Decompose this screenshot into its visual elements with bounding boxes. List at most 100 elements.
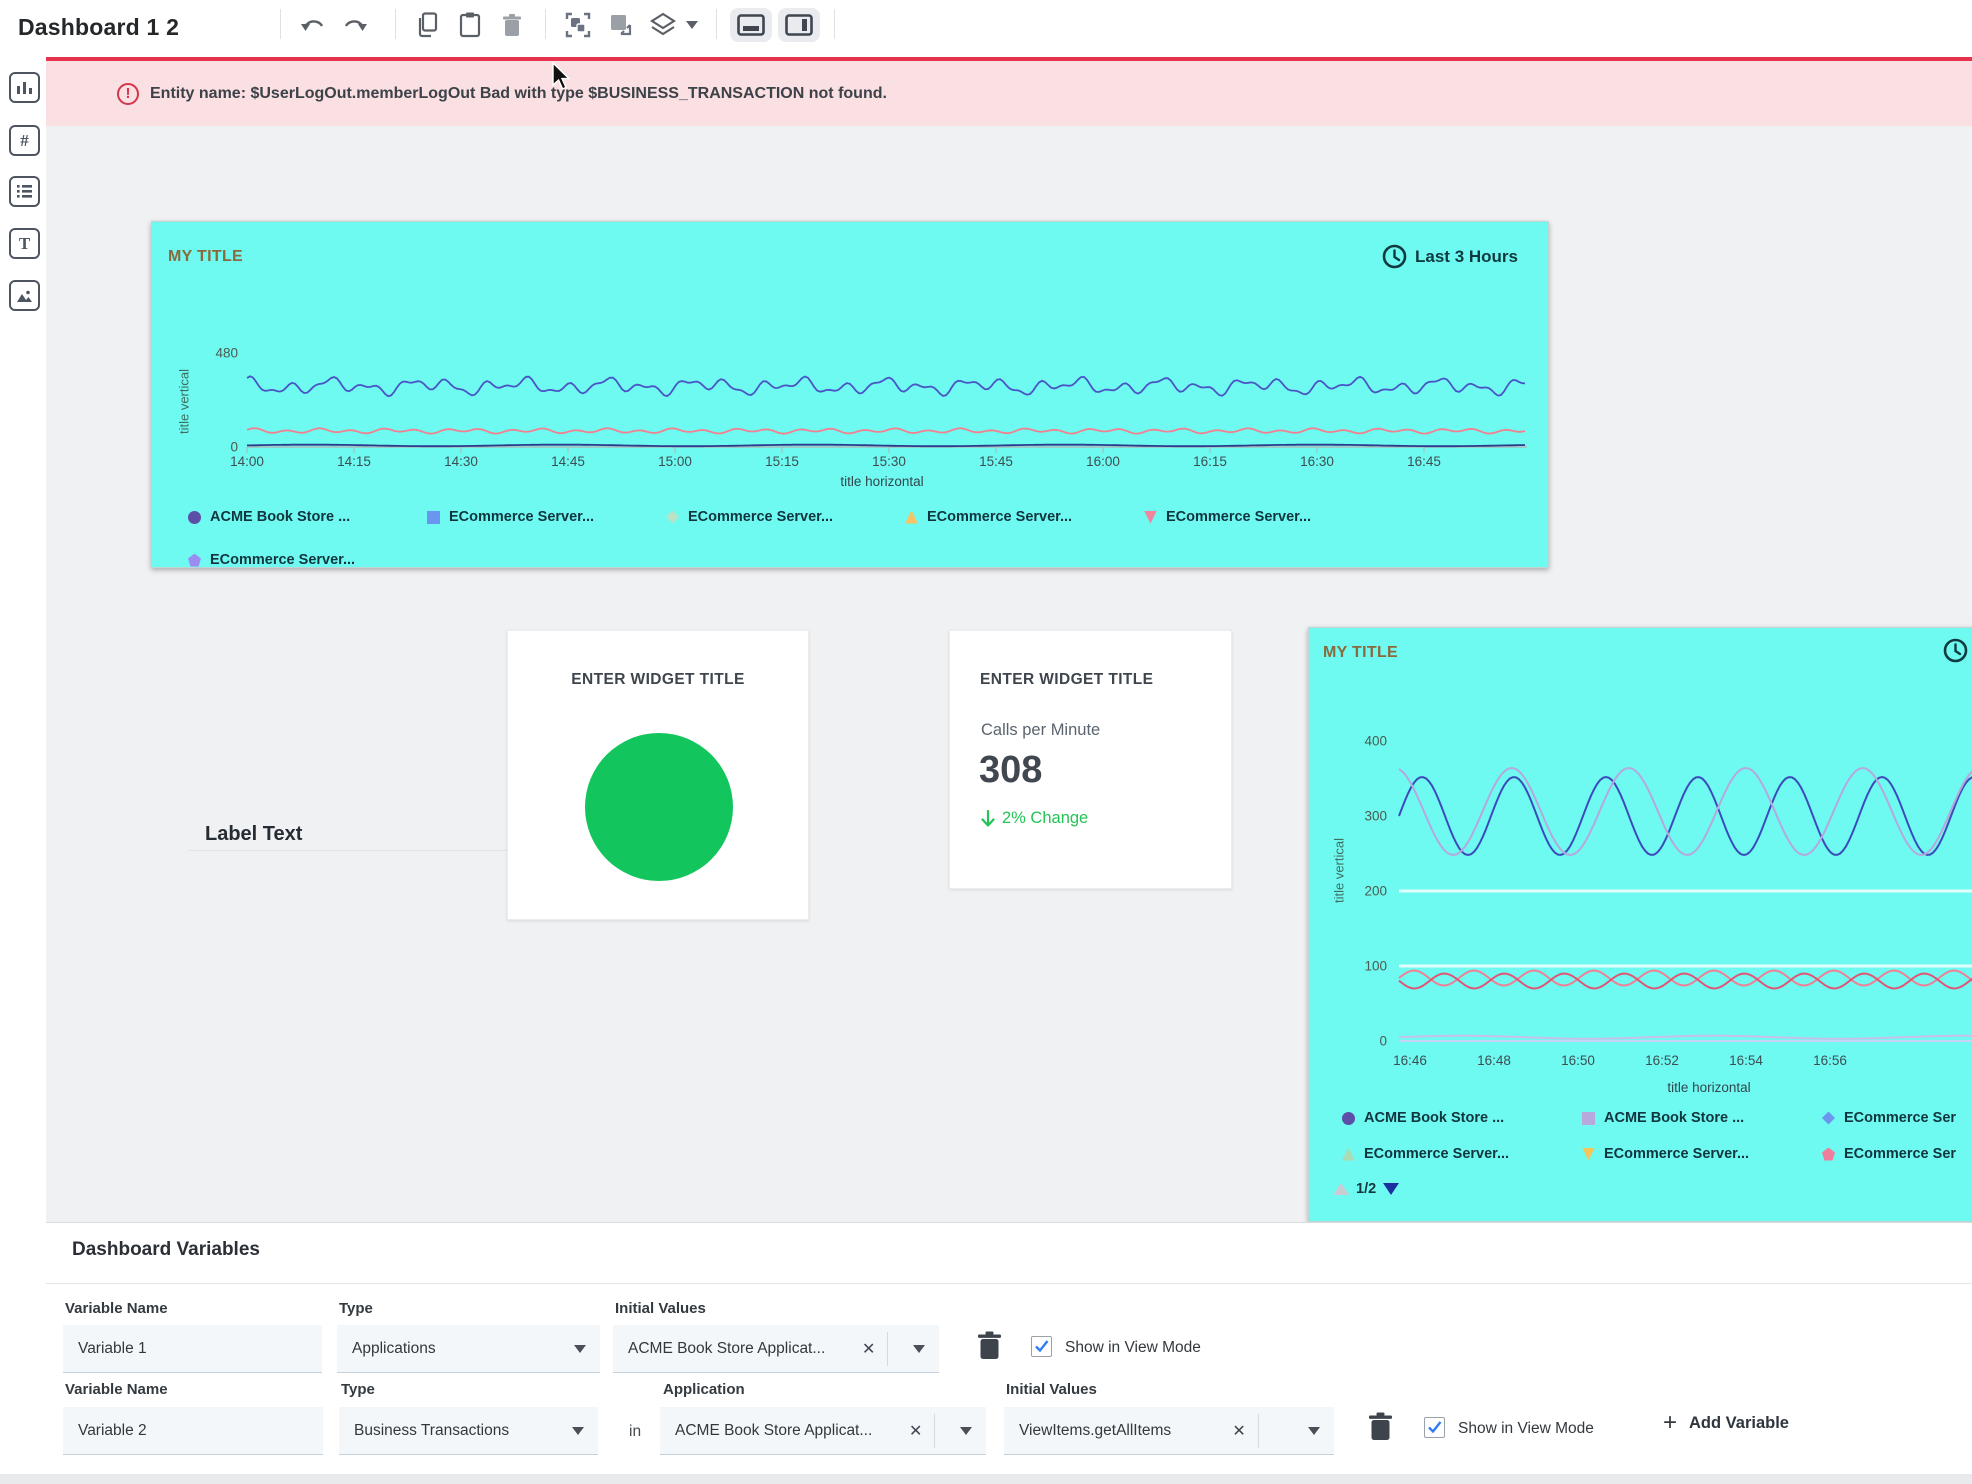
legend-item[interactable]: ACME Book Store ...: [1582, 1110, 1770, 1126]
legend-label: ECommerce Server...: [1364, 1146, 1509, 1162]
top-toolbar: Dashboard 1 2: [0, 0, 1972, 57]
legend-item[interactable]: ECommerce Server...: [1144, 509, 1326, 525]
x-tick-label: 14:30: [444, 454, 478, 469]
y-tick-label: 480: [198, 346, 238, 361]
caret-down-icon[interactable]: [572, 1427, 584, 1435]
x-tick-label: 16:54: [1729, 1053, 1763, 1068]
series-line: [1399, 1036, 1972, 1039]
legend-label: ACME Book Store ...: [210, 509, 350, 525]
undo-icon: [300, 14, 326, 36]
x-tick-label: 15:00: [658, 454, 692, 469]
redo-button[interactable]: [340, 11, 370, 39]
initial-values-field[interactable]: ViewItems.getAllItems ✕: [1004, 1407, 1334, 1455]
delete-button[interactable]: [497, 11, 527, 39]
type-select[interactable]: Applications: [337, 1325, 600, 1373]
pager-up-icon[interactable]: [1333, 1183, 1349, 1195]
series-line: [247, 428, 1525, 434]
legend-label: ECommerce Server...: [927, 509, 1072, 525]
caret-down-icon[interactable]: [1308, 1427, 1320, 1435]
toggle-bottom-panel-button[interactable]: [730, 8, 772, 42]
legend-item[interactable]: ECommerce Server...: [1342, 1146, 1530, 1162]
legend-item[interactable]: ECommerce Ser: [1822, 1110, 1972, 1126]
caret-down-icon[interactable]: [574, 1345, 586, 1353]
application-token: ACME Book Store Applicat...: [660, 1422, 872, 1440]
delete-variable-button[interactable]: [1368, 1412, 1393, 1447]
paste-button[interactable]: [455, 11, 485, 39]
add-image-widget-button[interactable]: [9, 280, 40, 311]
application-field[interactable]: ACME Book Store Applicat... ✕: [660, 1407, 986, 1455]
x-axis-title: title horizontal: [840, 474, 923, 489]
timeseries-widget-1[interactable]: MY TITLE Last 3 Hours 048014:0014:1514:3…: [151, 221, 1549, 568]
application-label: Application: [663, 1381, 745, 1398]
show-in-view-mode-checkbox[interactable]: [1424, 1417, 1445, 1438]
add-metric-widget-button[interactable]: #: [9, 125, 40, 156]
metric-value: 308: [979, 749, 1042, 792]
y-tick-label: 300: [1347, 809, 1387, 824]
widget-title: ENTER WIDGET TITLE: [508, 671, 808, 689]
diamond-marker-icon: [1822, 1112, 1835, 1125]
add-text-widget-button[interactable]: T: [9, 228, 40, 259]
legend-item[interactable]: ACME Book Store ...: [188, 509, 370, 525]
show-in-view-mode-checkbox[interactable]: [1031, 1336, 1052, 1357]
redo-icon: [342, 14, 368, 36]
bar-chart-icon: [16, 80, 33, 95]
variable-name-input[interactable]: Variable 2: [63, 1407, 323, 1455]
bottom-panel-icon: [737, 14, 765, 36]
legend-label: ECommerce Server...: [688, 509, 833, 525]
image-icon: [16, 289, 33, 303]
timeseries-chart-2: [1309, 628, 1972, 1222]
legend-item[interactable]: ECommerce Server...: [905, 509, 1087, 525]
type-label: Type: [339, 1300, 373, 1317]
metric-widget[interactable]: ENTER WIDGET TITLE Calls per Minute 308 …: [949, 630, 1232, 889]
add-chart-widget-button[interactable]: [9, 72, 40, 103]
list-icon: [16, 184, 33, 199]
pentagon-marker-icon: [1822, 1148, 1835, 1161]
series-line: [1399, 777, 1972, 855]
diamond-marker-icon: [666, 511, 679, 524]
group-button[interactable]: [563, 11, 593, 39]
type-value: Applications: [337, 1340, 436, 1358]
legend-item[interactable]: ECommerce Server...: [1582, 1146, 1770, 1162]
type-select[interactable]: Business Transactions: [339, 1407, 598, 1455]
toggle-right-panel-button[interactable]: [778, 8, 820, 42]
x-tick-label: 16:56: [1813, 1053, 1847, 1068]
health-widget[interactable]: ENTER WIDGET TITLE: [507, 630, 809, 920]
ungroup-button[interactable]: [606, 11, 636, 39]
label-text: Label Text: [205, 823, 302, 846]
group-icon: [565, 12, 591, 38]
pager-down-icon[interactable]: [1383, 1183, 1399, 1195]
caret-down-icon[interactable]: [913, 1345, 925, 1353]
undo-button[interactable]: [298, 11, 328, 39]
layers-button[interactable]: [648, 11, 678, 39]
x-tick-label: 16:45: [1407, 454, 1441, 469]
triangle-up-marker-icon: [905, 511, 918, 524]
legend-item[interactable]: ECommerce Server...: [188, 552, 370, 568]
initial-values-label: Initial Values: [1006, 1381, 1097, 1398]
ungroup-icon: [608, 12, 634, 38]
y-tick-label: 200: [1347, 884, 1387, 899]
x-tick-label: 15:45: [979, 454, 1013, 469]
bottom-scroll-strip[interactable]: [0, 1474, 1972, 1484]
legend-item[interactable]: ECommerce Ser: [1822, 1146, 1972, 1162]
legend-row: ACME Book Store ... ACME Book Store ... EC…: [1342, 1110, 1972, 1126]
remove-token-icon[interactable]: ✕: [1220, 1421, 1257, 1441]
initial-values-field[interactable]: ACME Book Store Applicat... ✕: [613, 1325, 939, 1373]
show-in-view-mode-label: Show in View Mode: [1458, 1420, 1594, 1438]
delete-variable-button[interactable]: [977, 1331, 1002, 1366]
caret-down-icon[interactable]: [960, 1427, 972, 1435]
legend-item[interactable]: ECommerce Server...: [666, 509, 848, 525]
legend-label: ECommerce Ser: [1844, 1146, 1956, 1162]
error-message: Entity name: $UserLogOut.memberLogOut Ba…: [150, 85, 887, 103]
add-list-widget-button[interactable]: [9, 176, 40, 207]
remove-token-icon[interactable]: ✕: [897, 1421, 934, 1441]
legend-item[interactable]: ECommerce Server...: [427, 509, 609, 525]
layers-caret-button[interactable]: [684, 11, 700, 39]
variable-name-input[interactable]: Variable 1: [63, 1325, 322, 1373]
remove-token-icon[interactable]: ✕: [850, 1339, 887, 1359]
type-value: Business Transactions: [339, 1422, 509, 1440]
add-variable-button[interactable]: + Add Variable: [1663, 1413, 1789, 1433]
legend-row: ACME Book Store ... ECommerce Server... EC…: [188, 509, 1383, 525]
legend-item[interactable]: ACME Book Store ...: [1342, 1110, 1530, 1126]
copy-button[interactable]: [413, 11, 443, 39]
timeseries-widget-2[interactable]: MY TITLE 010020030040016:4616:4816:5016:…: [1308, 627, 1972, 1222]
